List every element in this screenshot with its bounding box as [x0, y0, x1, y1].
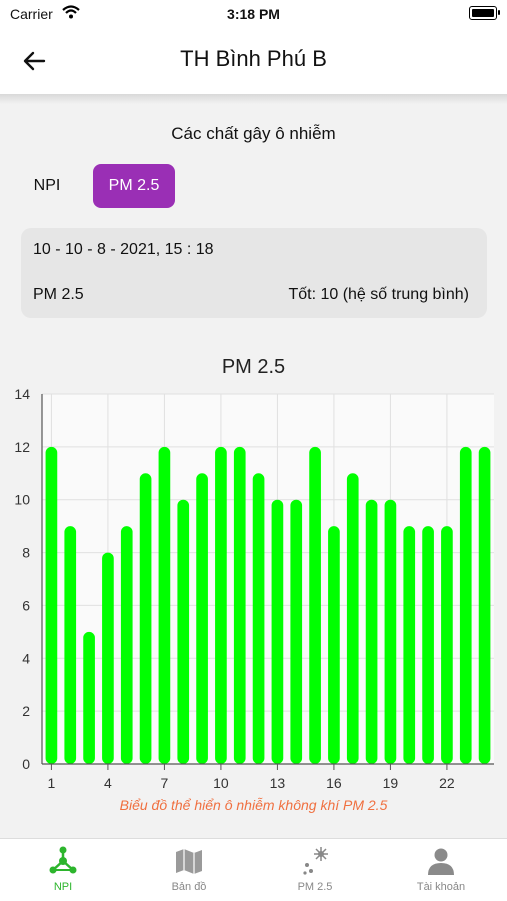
page-title: TH Bình Phú B — [180, 46, 327, 71]
y-tick-label: 4 — [22, 650, 30, 666]
particles-icon — [303, 847, 328, 875]
chart-bar — [422, 526, 434, 764]
x-tick-label: 19 — [383, 775, 399, 790]
chart-bar — [365, 499, 378, 764]
chart-bar — [346, 473, 359, 764]
chart-bar — [120, 526, 133, 764]
chart-bar — [215, 446, 227, 764]
chart-bar — [177, 499, 190, 764]
tabbar-item-map[interactable]: Bản đồ — [126, 839, 252, 901]
x-tick-label: 1 — [48, 775, 56, 790]
tabbar-label-npi: NPI — [53, 881, 73, 893]
chart-bar — [64, 526, 77, 764]
chart-bar — [478, 446, 491, 764]
chart-bar — [158, 446, 171, 764]
network-icon — [49, 846, 77, 874]
x-tick-label: 7 — [161, 775, 169, 790]
pm25-bar-chart: 024681012141 4 7 10 13 16 19 22 — [14, 386, 494, 790]
y-tick-label: 8 — [22, 545, 30, 561]
chart-bar — [102, 552, 114, 764]
chart-bar — [309, 446, 321, 764]
chart-bar — [139, 473, 152, 764]
tabbar-label-pm25: PM 2.5 — [297, 881, 333, 893]
chart-bar — [45, 446, 58, 764]
map-icon — [176, 849, 202, 874]
chart-bar — [441, 526, 453, 764]
chart-bar — [252, 473, 265, 764]
chart-bar — [196, 473, 208, 764]
y-tick-label: 14 — [14, 386, 30, 402]
x-tick-label: 22 — [439, 775, 455, 790]
tabbar-item-pm25[interactable]: PM 2.5 — [252, 839, 378, 901]
chart-bar — [403, 526, 416, 764]
y-tick-label: 12 — [14, 439, 30, 455]
tabbar-item-npi[interactable]: NPI — [0, 839, 126, 901]
tabbar-label-account: Tài khoản — [416, 881, 466, 893]
info-status: Tốt: 10 (hệ số trung bình) — [288, 286, 469, 303]
chart-bar — [384, 499, 397, 764]
chart-bar — [459, 446, 472, 764]
chart-bar — [271, 499, 284, 764]
x-tick-label: 10 — [213, 775, 229, 790]
chart-bar — [328, 526, 340, 764]
nav-bar: TH Bình Phú B — [0, 28, 507, 94]
status-bar: Carrier 3:18 PM — [0, 0, 507, 28]
user-icon — [428, 848, 454, 875]
tab-npi[interactable]: NPI — [22, 164, 72, 208]
y-tick-label: 2 — [22, 703, 30, 719]
chart-bar — [290, 499, 303, 764]
chart-title: PM 2.5 — [221, 356, 286, 378]
tabbar-label-map: Bản đồ — [171, 881, 207, 893]
tab-bar: NPI Bản đồ PM 2.5 Tài khoản — [0, 838, 507, 901]
nav-shadow — [0, 94, 507, 104]
tabbar-item-account[interactable]: Tài khoản — [378, 839, 504, 901]
y-tick-label: 0 — [22, 756, 30, 772]
y-tick-label: 6 — [22, 597, 30, 613]
pollutants-heading: Các chất gây ô nhiễm — [171, 124, 336, 143]
info-datetime: 10 - 10 - 8 - 2021, 15 : 18 — [33, 241, 214, 258]
status-time: 3:18 PM — [227, 6, 280, 22]
info-card: 10 - 10 - 8 - 2021, 15 : 18 PM 2.5 Tốt: … — [21, 228, 487, 318]
x-tick-label: 16 — [326, 775, 342, 790]
x-tick-label: 4 — [104, 775, 112, 790]
chart-caption: Biểu đồ thể hiển ô nhiễm không khí PM 2.… — [119, 797, 388, 813]
battery-icon — [469, 6, 500, 20]
chart-bar — [83, 631, 95, 764]
tab-pm25[interactable]: PM 2.5 — [93, 164, 175, 208]
info-pollutant: PM 2.5 — [33, 286, 84, 303]
x-tick-label: 13 — [270, 775, 286, 790]
chart-bar — [233, 446, 246, 764]
y-tick-label: 10 — [14, 492, 30, 508]
